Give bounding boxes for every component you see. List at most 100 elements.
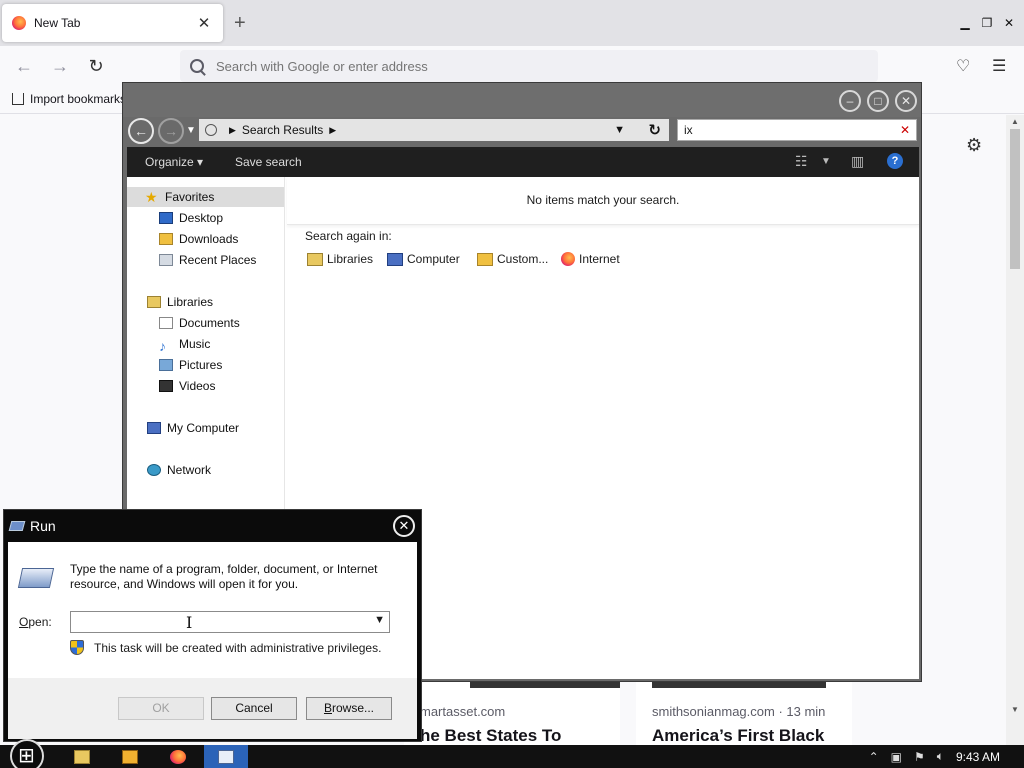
open-combobox[interactable]: I ▼ (70, 611, 390, 633)
volume-icon[interactable]: 🔈︎ (937, 749, 944, 764)
nav-documents[interactable]: Documents (159, 313, 240, 333)
nav-pictures[interactable]: Pictures (159, 355, 222, 375)
run-dialog: Run ✕ Type the name of a program, folder… (3, 509, 422, 742)
run-description: Type the name of a program, folder, docu… (70, 562, 378, 591)
reload-icon[interactable]: ↻ (84, 54, 108, 78)
run-titlebar[interactable]: Run (4, 510, 421, 542)
nav-favorites[interactable]: ★ Favorites (127, 187, 284, 207)
help-icon[interactable]: ? (887, 153, 903, 169)
minimize-icon[interactable]: – (839, 90, 861, 112)
forward-arrow-icon[interactable]: → (158, 118, 184, 144)
back-arrow-icon[interactable]: ← (12, 54, 36, 78)
scroll-down-icon[interactable]: ▼ (1011, 705, 1019, 714)
search-box[interactable]: ix ✕ (677, 119, 917, 141)
browse-accesskey: B (323, 701, 332, 715)
forward-arrow-icon[interactable]: → (48, 54, 72, 78)
breadcrumb-arrow-icon[interactable]: ▶ (329, 125, 336, 136)
search-icon (190, 59, 204, 73)
action-center-icon[interactable]: ⚑ (914, 750, 925, 764)
firefox-tab-strip: New Tab ✕ + ▁ ❐ ✕ (0, 0, 1024, 46)
close-icon[interactable]: ✕ (895, 90, 917, 112)
nav-recent-places-label: Recent Places (179, 253, 257, 267)
menu-icon[interactable]: ☰ (992, 56, 1006, 76)
taskbar-run[interactable] (204, 745, 248, 768)
browse-button[interactable]: Browse... (306, 697, 392, 720)
search-again-custom[interactable]: Custom... (477, 252, 548, 266)
search-again-libraries[interactable]: Libraries (307, 252, 373, 266)
nav-my-computer[interactable]: My Computer (147, 418, 239, 438)
firefox-icon (170, 749, 186, 764)
story-source: martasset.com (420, 704, 506, 719)
libraries-icon (147, 296, 161, 308)
search-input[interactable]: ix (684, 123, 693, 137)
search-again-computer[interactable]: Computer (387, 252, 460, 266)
scrollbar-thumb[interactable] (1010, 129, 1020, 269)
cancel-button[interactable]: Cancel (211, 697, 297, 720)
restore-icon[interactable]: ❐ (978, 14, 996, 32)
clock[interactable]: 9:43 AM (956, 750, 1000, 764)
story-card[interactable]: smithsonianmag.com · 13 min America’s Fi… (636, 680, 852, 745)
taskbar-firefox[interactable] (156, 745, 200, 768)
tab-close-icon[interactable]: ✕ (195, 14, 213, 32)
nav-network[interactable]: Network (147, 460, 211, 480)
url-input[interactable] (216, 58, 816, 74)
refresh-icon[interactable]: ↻ (648, 121, 661, 139)
nav-documents-label: Documents (179, 316, 240, 330)
no-items-message: No items match your search. (287, 177, 919, 225)
run-title-icon (8, 521, 26, 531)
minimize-icon[interactable]: ▁ (956, 14, 974, 32)
tab-new-tab[interactable]: New Tab ✕ (2, 4, 223, 42)
import-bookmarks-link[interactable]: Import bookmarks... (12, 92, 136, 106)
nav-downloads[interactable]: Downloads (159, 229, 238, 249)
close-icon[interactable]: ✕ (393, 515, 415, 537)
view-options-icon[interactable]: ☷ (795, 153, 808, 170)
start-button[interactable] (10, 739, 44, 768)
view-dropdown-icon[interactable]: ▼ (821, 156, 831, 167)
new-tab-button[interactable]: + (234, 12, 246, 35)
url-bar[interactable] (180, 50, 878, 82)
settings-gear-icon[interactable]: ⚙ (966, 135, 982, 156)
save-search-button[interactable]: Save search (235, 155, 302, 169)
address-dropdown-icon[interactable]: ▼ (614, 124, 625, 136)
nav-network-label: Network (167, 463, 212, 477)
chevron-down-icon[interactable]: ▼ (374, 614, 385, 626)
nav-recent-places[interactable]: Recent Places (159, 250, 256, 270)
taskbar-media-player[interactable] (108, 745, 152, 768)
organize-button[interactable]: Organize ▾ (145, 155, 203, 169)
taskbar-explorer[interactable] (60, 745, 104, 768)
story-headline: America’s First Black (652, 726, 825, 745)
import-icon (12, 93, 24, 105)
page-scrollbar[interactable]: ▲ ▼ (1006, 115, 1024, 745)
pocket-icon[interactable]: ♡ (956, 56, 970, 76)
history-dropdown-icon[interactable]: ▼ (186, 125, 196, 136)
maximize-icon[interactable]: □ (867, 90, 889, 112)
network-icon[interactable]: ▣ (891, 750, 902, 764)
nav-videos-label: Videos (179, 379, 216, 393)
star-icon: ★ (145, 188, 158, 205)
open-input[interactable] (71, 612, 361, 632)
browse-label: rowse... (332, 701, 375, 715)
preview-pane-icon[interactable]: ▥ (851, 153, 864, 170)
breadcrumb[interactable]: Search Results (242, 123, 323, 137)
scroll-up-icon[interactable]: ▲ (1011, 117, 1019, 126)
breadcrumb-arrow-icon[interactable]: ▶ (229, 125, 236, 136)
nav-desktop[interactable]: Desktop (159, 208, 223, 228)
clear-search-icon[interactable]: ✕ (900, 123, 910, 137)
nav-libraries[interactable]: Libraries (147, 292, 213, 312)
search-again-label: Search again in: (305, 229, 392, 243)
address-bar[interactable]: ▶ Search Results ▶ ▼ ↻ (199, 119, 669, 141)
nav-videos[interactable]: Videos (159, 376, 215, 396)
search-again-internet[interactable]: Internet (561, 252, 620, 266)
admin-note: This task will be created with administr… (70, 640, 381, 655)
firefox-nav-bar: ← → ↻ ♡ ☰ (0, 46, 1024, 86)
ok-button[interactable]: OK (118, 697, 204, 720)
tray-expand-icon[interactable]: ⌃ (869, 750, 879, 764)
recent-places-icon (159, 254, 173, 266)
search-again-libraries-label: Libraries (327, 252, 374, 266)
nav-music[interactable]: ♪ Music (159, 334, 210, 354)
close-icon[interactable]: ✕ (1000, 14, 1018, 32)
explorer-titlebar[interactable]: – □ ✕ (123, 83, 921, 117)
back-arrow-icon[interactable]: ← (128, 118, 154, 144)
firefox-icon (561, 252, 575, 266)
story-card[interactable]: martasset.com he Best States To (404, 680, 620, 745)
